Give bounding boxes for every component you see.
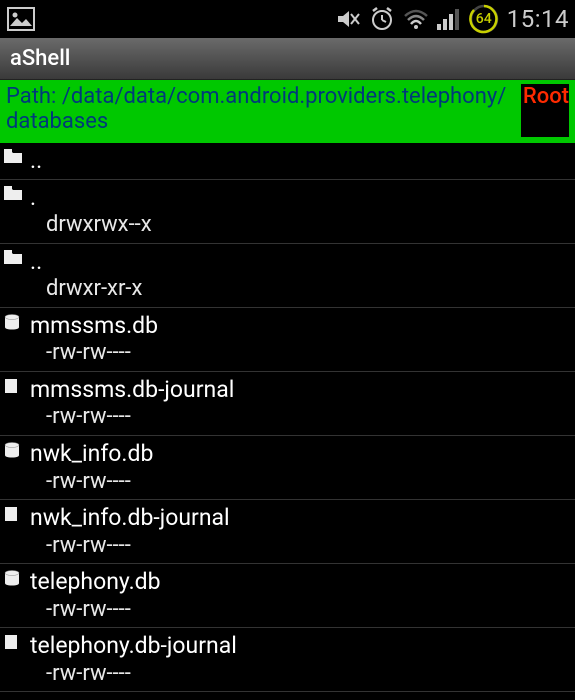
file-name: telephony.db-journal: [30, 632, 237, 660]
wifi-icon: [403, 8, 429, 30]
list-item[interactable]: telephony.db -rw-rw----: [0, 564, 575, 628]
statusbar: 64 15:14: [0, 0, 575, 38]
path-bar: Path: /data/data/com.android.providers.t…: [0, 80, 575, 143]
file-perms: -rw-rw----: [46, 532, 230, 560]
list-item[interactable]: mmssms.db -rw-rw----: [0, 308, 575, 372]
folder-icon: [4, 186, 26, 200]
database-icon: [4, 314, 26, 330]
list-item[interactable]: ..: [0, 143, 575, 180]
list-item[interactable]: telephony.db-journal -rw-rw----: [0, 628, 575, 692]
file-name: ..: [30, 147, 42, 175]
database-icon: [4, 442, 26, 458]
list-item[interactable]: nwk_info.db-journal -rw-rw----: [0, 500, 575, 564]
folder-icon: [4, 149, 26, 163]
root-badge: Root: [521, 84, 569, 137]
file-icon: [4, 506, 26, 522]
current-path: Path: /data/data/com.android.providers.t…: [6, 84, 521, 135]
file-icon: [4, 634, 26, 650]
battery-icon: 64: [469, 4, 499, 34]
file-perms: -rw-rw----: [46, 339, 158, 367]
alarm-icon: [369, 6, 395, 32]
file-perms: -rw-rw----: [46, 468, 153, 496]
file-name: nwk_info.db: [30, 440, 153, 468]
file-name: ..: [30, 248, 142, 276]
file-icon: [4, 378, 26, 394]
file-name: nwk_info.db-journal: [30, 504, 230, 532]
database-icon: [4, 570, 26, 586]
file-name: .: [30, 184, 152, 212]
folder-icon: [4, 250, 26, 264]
file-perms: drwxrwx--x: [46, 211, 152, 239]
list-item[interactable]: nwk_info.db -rw-rw----: [0, 436, 575, 500]
clock: 15:14: [507, 5, 569, 33]
titlebar: aShell: [0, 38, 575, 80]
list-item[interactable]: .. drwxr-xr-x: [0, 244, 575, 308]
file-name: mmssms.db: [30, 312, 158, 340]
file-name: mmssms.db-journal: [30, 376, 234, 404]
signal-icon: [437, 8, 461, 30]
battery-percent: 64: [476, 11, 492, 27]
file-perms: -rw-rw----: [46, 596, 161, 624]
list-item[interactable]: . drwxrwx--x: [0, 180, 575, 244]
file-listing: .. . drwxrwx--x .. drwxr-xr-x mmssms.db …: [0, 143, 575, 692]
file-perms: -rw-rw----: [46, 660, 237, 688]
picture-notification-icon: [6, 6, 36, 32]
file-perms: -rw-rw----: [46, 403, 234, 431]
file-name: telephony.db: [30, 568, 161, 596]
file-perms: drwxr-xr-x: [46, 275, 142, 303]
app-title: aShell: [10, 46, 70, 71]
list-item[interactable]: mmssms.db-journal -rw-rw----: [0, 372, 575, 436]
mute-icon: [335, 6, 361, 32]
